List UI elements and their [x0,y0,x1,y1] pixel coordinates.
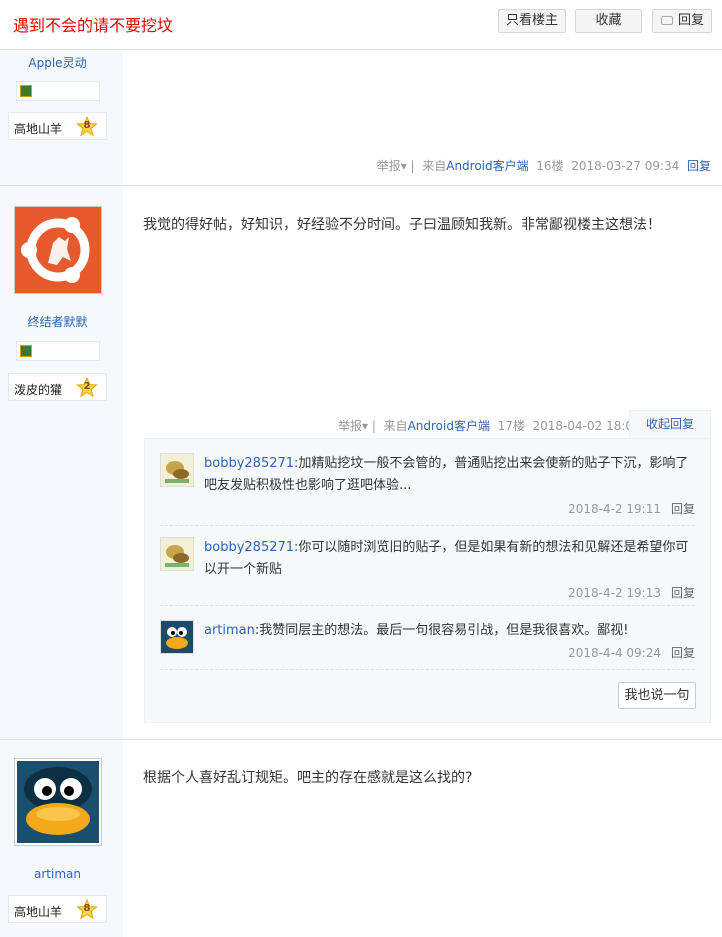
comment-time: 2018-4-2 19:13 [568,586,661,600]
comment-separator [160,605,695,606]
comment-time: 2018-4-2 19:11 [568,502,661,516]
comment-body: :我赞同层主的想法。最后一句很容易引战，但是我很喜欢。鄙视! [254,623,629,638]
level-star-icon: 2 [76,377,98,398]
reply-thread-label: 回复 [677,13,704,28]
author-name[interactable]: 终结者默默 [0,313,115,330]
source-prefix: 来自 [422,159,447,173]
source-prefix: 来自 [383,419,408,433]
member-badge [16,81,100,101]
author-sidebar: artiman 高地山羊 8 [0,740,123,937]
source-link[interactable]: Android客户端 [446,159,528,173]
comment-item: artiman:我赞同层主的想法。最后一句很容易引战，但是我很喜欢。鄙视! 20… [160,620,695,670]
comment-reply-link[interactable]: 回复 [671,646,695,660]
dropdown-arrow-icon: ▾ [362,419,369,433]
report-link[interactable]: 举报 [377,159,401,173]
comment-footer: 2018-4-4 09:24 回复 [568,644,695,661]
thread-title: 遇到不会的请不要挖坟 [13,16,174,35]
level-number: 8 [83,903,91,914]
badge-icon [20,345,32,357]
comment-time: 2018-4-4 09:24 [568,646,661,660]
post-time: 2018-04-02 18:02 [532,419,641,433]
comment-icon [661,16,673,25]
badge-icon [20,85,32,97]
comment-reply-link[interactable]: 回复 [671,502,695,516]
level-star-icon: 8 [76,899,98,920]
level-number: 2 [83,381,91,392]
collapse-replies-button[interactable]: 收起回复 [629,410,711,439]
comment-item: bobby285271:你可以随时浏览旧的贴子，但是如果有新的想法和见解还是希望… [160,537,695,606]
commenter-name[interactable]: artiman [204,623,255,638]
avatar[interactable] [160,537,194,571]
author-name[interactable]: Apple灵动 [0,54,115,71]
post-content: 根据个人喜好乱订规矩。吧主的存在感就是这么找的? [143,770,473,786]
post-meta: 举报▾ | 来自Android客户端 16楼 2018-03-27 09:34 … [376,159,711,173]
author-sidebar: 终结者默默 泼皮的獾 2 [0,186,123,739]
favorite-button[interactable]: 收藏 [575,9,642,33]
post-meta: 举报▾ | 来自Android客户端 17楼 2018-04-02 18:02 [338,419,641,433]
reply-link[interactable]: 回复 [687,159,711,173]
level-title: 高地山羊 [14,905,63,919]
comment-box: bobby285271:加精贴挖坟一般不会管的，普通贴挖出来会使新的贴子下沉，影… [144,438,711,723]
avatar[interactable] [14,206,102,294]
author-sidebar: Apple灵动 高地山羊 8 [0,51,123,185]
level-title: 泼皮的獾 [14,383,63,397]
level-badge[interactable]: 高地山羊 8 [8,895,107,923]
only-op-button[interactable]: 只看楼主 [498,9,566,33]
penguin-avatar-icon [17,761,99,843]
dropdown-arrow-icon: ▾ [400,159,407,173]
report-link[interactable]: 举报 [338,419,362,433]
post-time: 2018-03-27 09:34 [571,159,680,173]
comment-reply-link[interactable]: 回复 [671,586,695,600]
level-badge[interactable]: 泼皮的獾 2 [8,373,107,401]
penguin-avatar-icon [161,621,193,653]
comment-text: bobby285271:加精贴挖坟一般不会管的，普通贴挖出来会使新的贴子下沉，影… [204,453,694,497]
member-badge [16,341,100,361]
avatar-icon [161,454,193,486]
post-content: 我觉的得好帖，好知识，好经验不分时间。子曰温顾知我新。非常鄙视楼主这想法！ [143,217,661,233]
comment-separator [160,669,695,670]
comment-separator [160,525,695,526]
add-comment-button[interactable]: 我也说一句 [618,682,696,709]
avatar-icon [161,538,193,570]
source-link[interactable]: Android客户端 [408,419,490,433]
author-name[interactable]: artiman [0,867,115,881]
thread-header: 遇到不会的请不要挖坟 只看楼主 收藏 回复 [0,0,722,50]
comment-footer: 2018-4-2 19:13 回复 [568,584,695,601]
floor-number: 17楼 [497,419,525,433]
avatar[interactable] [160,620,194,654]
avatar[interactable] [14,758,102,846]
comment-text: artiman:我赞同层主的想法。最后一句很容易引战，但是我很喜欢。鄙视! [204,620,694,642]
level-star-icon: 8 [76,116,98,137]
comment-footer: 2018-4-2 19:11 回复 [568,500,695,517]
avatar[interactable] [160,453,194,487]
ubuntu-avatar-icon [15,207,101,293]
comment-item: bobby285271:加精贴挖坟一般不会管的，普通贴挖出来会使新的贴子下沉，影… [160,453,695,527]
reply-thread-button[interactable]: 回复 [652,9,712,33]
commenter-name[interactable]: bobby285271: [204,456,298,471]
level-badge[interactable]: 高地山羊 8 [8,112,107,140]
commenter-name[interactable]: bobby285271: [204,540,298,555]
level-title: 高地山羊 [14,122,63,136]
level-number: 8 [83,120,91,131]
floor-number: 16楼 [536,159,564,173]
comment-text: bobby285271:你可以随时浏览旧的贴子，但是如果有新的想法和见解还是希望… [204,537,694,581]
